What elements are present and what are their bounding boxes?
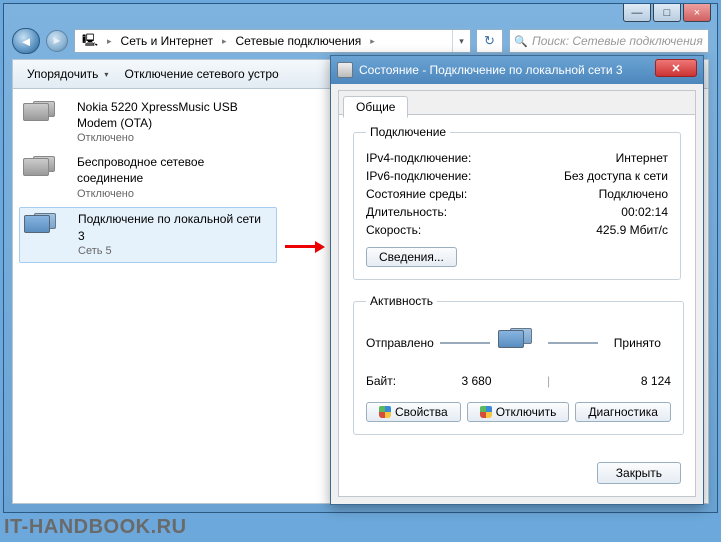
connection-title: Подключение по локальной сети 3 (78, 211, 263, 243)
activity-line-icon (440, 342, 490, 344)
connection-item-nokia[interactable]: Nokia 5220 XpressMusic USB Modem (OTA) О… (13, 95, 278, 150)
close-button[interactable]: Закрыть (597, 462, 681, 484)
dialog-title: Состояние - Подключение по локальной сет… (359, 63, 623, 77)
chevron-right-icon[interactable]: ▸ (368, 36, 377, 47)
duration-label: Длительность: (366, 205, 447, 219)
bytes-label: Байт: (366, 374, 396, 388)
sent-label: Отправлено (366, 336, 434, 350)
minimize-button[interactable]: — (623, 4, 651, 22)
breadcrumb-dropdown[interactable]: ▾ (452, 30, 470, 52)
nav-back-button[interactable]: ◄ (12, 28, 40, 54)
media-value: Подключено (599, 187, 668, 201)
connection-title: Беспроводное сетевое соединение (77, 154, 262, 186)
diagnostics-button[interactable]: Диагностика (575, 402, 671, 422)
speed-value: 425.9 Мбит/с (596, 223, 668, 237)
tab-general[interactable]: Общие (343, 96, 408, 118)
organize-menu[interactable]: Упорядочить (19, 64, 116, 84)
recv-label: Принято (604, 336, 671, 350)
dialog-body: Общие Подключение IPv4-подключение: Интер… (338, 90, 696, 497)
activity-group-label: Активность (366, 294, 437, 308)
disable-device-button[interactable]: Отключение сетевого устро (116, 64, 286, 84)
address-bar-row: ◄ ► 🖳 ▸ Сеть и Интернет ▸ Сетевые подклю… (12, 27, 709, 55)
dialog-close-button[interactable]: ✕ (655, 59, 697, 77)
duration-value: 00:02:14 (621, 205, 668, 219)
dialog-titlebar[interactable]: Состояние - Подключение по локальной сет… (331, 56, 703, 84)
tabstrip: Общие (339, 91, 695, 115)
connection-item-wireless[interactable]: Беспроводное сетевое соединение Отключен… (13, 150, 278, 205)
ipv6-value: Без доступа к сети (564, 169, 668, 183)
connection-item-lan3[interactable]: Подключение по локальной сети 3 Сеть 5 (19, 207, 277, 262)
network-adapter-icon (23, 154, 67, 192)
connection-group: Подключение IPv4-подключение: Интернет IP… (353, 125, 681, 280)
connection-status: Сеть 5 (78, 244, 263, 259)
speed-label: Скорость: (366, 223, 421, 237)
status-dialog: Состояние - Подключение по локальной сет… (330, 55, 704, 505)
breadcrumb-network[interactable]: Сеть и Интернет (114, 30, 220, 52)
refresh-button[interactable]: ↻ (477, 29, 503, 53)
breadcrumb-connections[interactable]: Сетевые подключения (229, 30, 369, 52)
tab-content: Подключение IPv4-подключение: Интернет IP… (339, 115, 695, 459)
ipv4-value: Интернет (616, 151, 668, 165)
window-close-button[interactable]: × (683, 4, 711, 22)
search-input[interactable]: Поиск: Сетевые подключения (509, 29, 709, 53)
bytes-recv-value: 8 124 (570, 374, 671, 388)
connection-status: Отключено (77, 187, 262, 202)
breadcrumb-root-icon[interactable]: 🖳 (75, 30, 105, 52)
activity-line-icon (548, 342, 598, 344)
media-label: Состояние среды: (366, 187, 467, 201)
annotation-arrow-icon (285, 241, 325, 253)
maximize-button[interactable]: □ (653, 4, 681, 22)
network-adapter-icon (23, 99, 67, 137)
nav-forward-button[interactable]: ► (46, 30, 68, 52)
chevron-right-icon[interactable]: ▸ (220, 36, 229, 47)
connection-group-label: Подключение (366, 125, 450, 139)
shield-icon (480, 406, 492, 418)
breadcrumb[interactable]: 🖳 ▸ Сеть и Интернет ▸ Сетевые подключени… (74, 29, 471, 53)
connection-status: Отключено (77, 131, 262, 146)
chevron-right-icon[interactable]: ▸ (105, 36, 114, 47)
properties-button[interactable]: Свойства (366, 402, 461, 422)
shield-icon (379, 406, 391, 418)
ipv4-label: IPv4-подключение: (366, 151, 471, 165)
connection-title: Nokia 5220 XpressMusic USB Modem (OTA) (77, 99, 262, 131)
dialog-icon (337, 62, 353, 78)
disable-button[interactable]: Отключить (467, 402, 570, 422)
window-controls: — □ × (621, 4, 711, 22)
ipv6-label: IPv6-подключение: (366, 169, 471, 183)
watermark-text: IT-HANDBOOK.RU (4, 516, 187, 539)
details-button[interactable]: Сведения... (366, 247, 457, 267)
activity-group: Активность Отправлено Принято Байт: 3 68… (353, 294, 684, 435)
bytes-sent-value: 3 680 (426, 374, 527, 388)
activity-computer-icon (496, 324, 542, 362)
network-adapter-icon (24, 211, 68, 249)
